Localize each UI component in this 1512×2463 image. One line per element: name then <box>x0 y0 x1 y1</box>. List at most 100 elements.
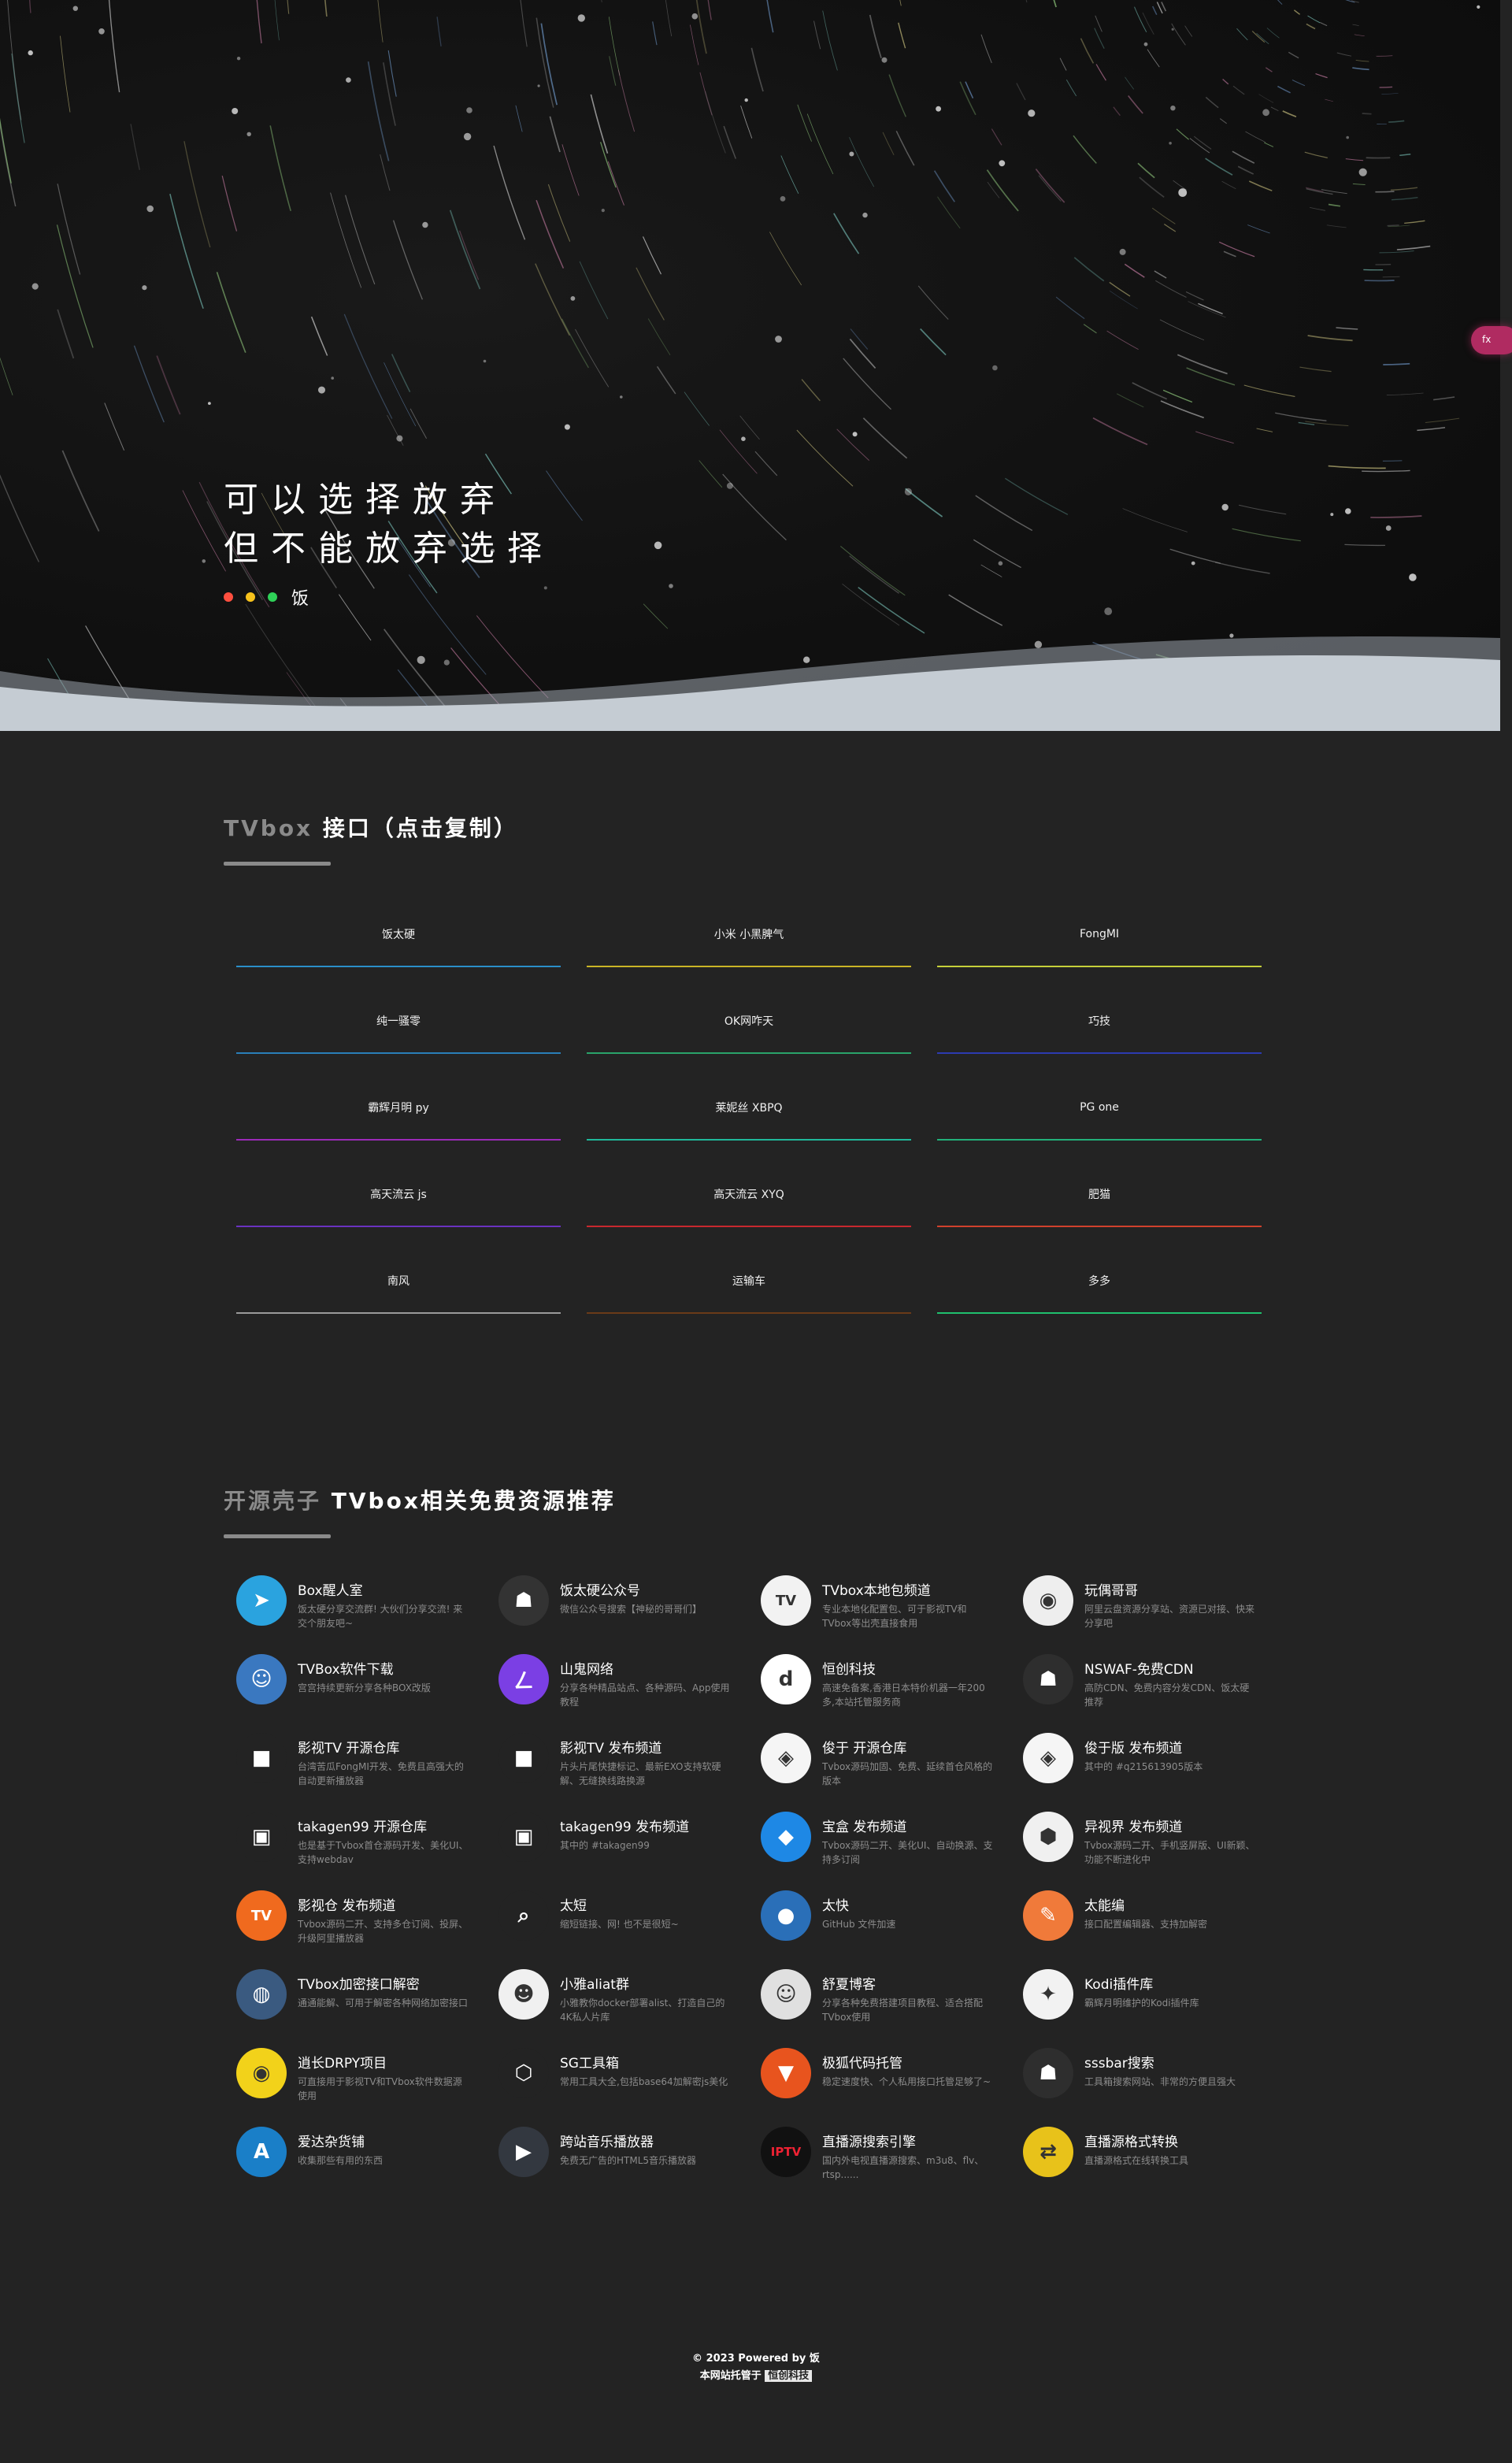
resource-title: Kodi插件库 <box>1084 1977 1154 1993</box>
api-item[interactable]: 运输车 <box>587 1259 911 1319</box>
cube-gray-icon: ⬢ <box>1023 1812 1073 1862</box>
resource-description: Tvbox源码二开、手机竖屏版、UI新颖、功能不断进化中 <box>1084 1840 1255 1865</box>
footer-host-link[interactable]: 恒创科技 <box>765 2370 813 2382</box>
green-dot-icon <box>268 592 277 602</box>
api-item-underline <box>236 1226 561 1227</box>
resource-card[interactable]: ☻ 小雅aliat群 小雅教你docker部署alist、打造自己的4K私人片库 <box>498 1969 761 2023</box>
resource-card[interactable]: ■ 影视TV 发布频道 片头片尾快捷标记、最新EXO支持软硬解、无缝换线路换源 <box>498 1733 761 1786</box>
cube-icon: ■ <box>498 1733 549 1783</box>
tvbox-section-title: TVbox 接口（点击复制） <box>224 811 518 843</box>
box-icon: ▣ <box>236 1812 287 1862</box>
sg-tools-icon: ⬡ <box>498 2048 549 2098</box>
cube-blue-icon: ◈ <box>761 1733 811 1783</box>
resource-card[interactable]: ㄥ山鬼网络 分享各种精品站点、各种源码、App使用教程 <box>498 1654 761 1708</box>
resources-title-underline <box>224 1534 331 1538</box>
resource-text: 太快 GitHub 文件加速 <box>822 1890 995 1931</box>
resource-card[interactable]: ▶ 跨站音乐播放器 免费无广告的HTML5音乐播放器 <box>498 2127 761 2180</box>
resource-card[interactable]: ◆ 宝盒 发布频道 Tvbox源码二开、美化UI、自动换源、支持多订阅 <box>761 1812 1023 1865</box>
api-item[interactable]: 巧技 <box>937 999 1262 1059</box>
api-item-underline <box>236 1139 561 1141</box>
api-item[interactable]: PG one <box>937 1085 1262 1145</box>
drpy-icon: ◉ <box>236 2048 287 2098</box>
resource-card[interactable]: ✎ 太能编 接口配置编辑器、支持加解密 <box>1023 1890 1285 1944</box>
api-item-label: 南风 <box>387 1275 410 1288</box>
api-item[interactable]: 饭太硬 <box>236 912 561 972</box>
resource-card[interactable]: ⬢ 异视界 发布频道 Tvbox源码二开、手机竖屏版、UI新颖、功能不断进化中 <box>1023 1812 1285 1865</box>
resource-text: 恒创科技 高速免备案,香港日本特价机器一年200多,本站托管服务商 <box>822 1654 995 1709</box>
resource-text: 直播源格式转换 直播源格式在线转换工具 <box>1084 2127 1258 2168</box>
resource-card[interactable]: IPTV 直播源搜索引擎 国内外电视直播源搜索、m3u8、flv、rtsp.....… <box>761 2127 1023 2180</box>
api-item[interactable]: 纯一骚零 <box>236 999 561 1059</box>
resource-card[interactable]: ⇄ 直播源格式转换 直播源格式在线转换工具 <box>1023 2127 1285 2180</box>
resource-card[interactable]: ◉ 玩偶哥哥 阿里云盘资源分享站、资源已对接、快来分享吧 <box>1023 1575 1285 1629</box>
resource-title: takagen99 发布频道 <box>560 1819 690 1835</box>
resource-card[interactable]: A 爱达杂货铺 收集那些有用的东西 <box>236 2127 498 2180</box>
api-item[interactable]: 多多 <box>937 1259 1262 1319</box>
resource-card[interactable]: ▣ takagen99 发布频道 其中的 #takagen99 <box>498 1812 761 1865</box>
resource-description: 缩短链接、网! 也不是很短~ <box>560 1919 679 1930</box>
anime-avatar-icon: ☺ <box>236 1654 287 1704</box>
api-item[interactable]: 高天流云 XYQ <box>587 1172 911 1232</box>
resource-card[interactable]: ● 太快 GitHub 文件加速 <box>761 1890 1023 1944</box>
api-item[interactable]: 小米 小黑脾气 <box>587 912 911 972</box>
hero-line-1: 可以选择放弃 <box>224 480 507 520</box>
resource-description: 高防CDN、免费内容分发CDN、饭太硬推荐 <box>1084 1682 1250 1708</box>
resource-card[interactable]: ▣ takagen99 开源仓库 也是基于Tvbox首仓源码开发、美化UI、支持we… <box>236 1812 498 1865</box>
api-item-underline <box>587 966 911 967</box>
api-item-underline <box>236 1052 561 1054</box>
resource-card[interactable]: ☗ sssbar搜索 工具箱搜索网站、非常的方便且强大 <box>1023 2048 1285 2101</box>
resource-card[interactable]: ☺ 舒夏博客 分享各种免费搭建项目教程、适合搭配TVbox使用 <box>761 1969 1023 2023</box>
tvbox-title-prefix: TVbox <box>224 815 313 841</box>
api-item[interactable]: 莱妮丝 XBPQ <box>587 1085 911 1145</box>
side-float-button[interactable]: fx <box>1471 326 1512 354</box>
resource-text: 爱达杂货铺 收集那些有用的东西 <box>298 2127 471 2168</box>
resource-card[interactable]: ◉ 逍长DRPY项目 可直接用于影视TV和TVbox软件数据源使用 <box>236 2048 498 2101</box>
resource-card[interactable]: ☗ 饭太硬公众号 微信公众号搜索【神秘的哥哥们】 <box>498 1575 761 1629</box>
resource-text: 宝盒 发布频道 Tvbox源码二开、美化UI、自动换源、支持多订阅 <box>822 1812 995 1867</box>
api-item-underline <box>937 1052 1262 1054</box>
resource-title: 逍长DRPY项目 <box>298 2056 387 2072</box>
resource-text: NSWAF-免费CDN 高防CDN、免费内容分发CDN、饭太硬推荐 <box>1084 1654 1258 1709</box>
api-item[interactable]: 高天流云 js <box>236 1172 561 1232</box>
resource-card[interactable]: ⌕ 太短 缩短链接、网! 也不是很短~ <box>498 1890 761 1944</box>
resource-title: 直播源搜索引擎 <box>822 2135 916 2150</box>
resource-text: Box醒人室 饭太硬分享交流群! 大伙们分享交流! 来交个朋友吧~ <box>298 1575 471 1630</box>
api-item[interactable]: 霸辉月明 py <box>236 1085 561 1145</box>
resource-card[interactable]: ✦ Kodi插件库 霸辉月明维护的Kodi插件库 <box>1023 1969 1285 2023</box>
resource-description: 直播源格式在线转换工具 <box>1084 2155 1189 2166</box>
resource-title: 俊于版 发布频道 <box>1084 1741 1183 1756</box>
api-item-underline <box>236 1312 561 1314</box>
resource-card[interactable]: ➤ Box醒人室 饭太硬分享交流群! 大伙们分享交流! 来交个朋友吧~ <box>236 1575 498 1629</box>
api-item[interactable]: OK网咋天 <box>587 999 911 1059</box>
api-item[interactable]: 肥猫 <box>937 1172 1262 1232</box>
api-item[interactable]: FongMI <box>937 912 1262 972</box>
resource-card[interactable]: TV 影视仓 发布频道 Tvbox源码二开、支持多仓订阅、投屏、升级阿里播放器 <box>236 1890 498 1944</box>
letter-a-icon: A <box>236 2127 287 2177</box>
api-item[interactable]: 南风 <box>236 1259 561 1319</box>
resource-card[interactable]: ☺ TVBox软件下载 宫宫持续更新分享各种BOX改版 <box>236 1654 498 1708</box>
resource-card[interactable]: ◍ TVbox加密接口解密 通通能解、可用于解密各种网络加密接口 <box>236 1969 498 2023</box>
resource-title: TVbox本地包频道 <box>822 1583 931 1599</box>
resource-card[interactable]: ■ 影视TV 开源仓库 台湾苦瓜FongMI开发、免费且高强大的自动更新播放器 <box>236 1733 498 1786</box>
resource-title: 影视仓 发布频道 <box>298 1898 396 1914</box>
resource-card[interactable]: ◈ 俊于版 发布频道 其中的 #q215613905版本 <box>1023 1733 1285 1786</box>
api-item-underline <box>937 966 1262 967</box>
tvbox-title-underline <box>224 862 331 866</box>
resource-text: TVbox加密接口解密 通通能解、可用于解密各种网络加密接口 <box>298 1969 471 2010</box>
resource-card[interactable]: d 恒创科技 高速免备案,香港日本特价机器一年200多,本站托管服务商 <box>761 1654 1023 1708</box>
footer-host: 本网站托管于 恒创科技 <box>0 2368 1512 2385</box>
resource-card[interactable]: ⬡ SG工具箱 常用工具大全,包括base64加解密js美化 <box>498 2048 761 2101</box>
api-item-underline <box>937 1312 1262 1314</box>
resource-card[interactable]: TV TVbox本地包频道 专业本地化配置包、可于影视TV和TVbox等出壳直接食用 <box>761 1575 1023 1629</box>
resource-text: 山鬼网络 分享各种精品站点、各种源码、App使用教程 <box>560 1654 733 1709</box>
convert-icon: ⇄ <box>1023 2127 1073 2177</box>
resource-text: takagen99 发布频道其中的 #takagen99 <box>560 1812 733 1853</box>
resource-card[interactable]: ▼ 极狐代码托管 稳定速度快、个人私用接口托管足够了~ <box>761 2048 1023 2101</box>
editor-icon: ✎ <box>1023 1890 1073 1941</box>
resource-card[interactable]: ☗ NSWAF-免费CDN 高防CDN、免费内容分发CDN、饭太硬推荐 <box>1023 1654 1285 1708</box>
resource-card[interactable]: ◈ 俊于 开源仓库 Tvbox源码加固、免费、延续首仓风格的版本 <box>761 1733 1023 1786</box>
tv-orange-icon: TV <box>236 1890 287 1941</box>
resource-description: 饭太硬分享交流群! 大伙们分享交流! 来交个朋友吧~ <box>298 1604 463 1629</box>
resource-description: 其中的 #takagen99 <box>560 1840 650 1851</box>
box-blue-icon: ◆ <box>761 1812 811 1862</box>
